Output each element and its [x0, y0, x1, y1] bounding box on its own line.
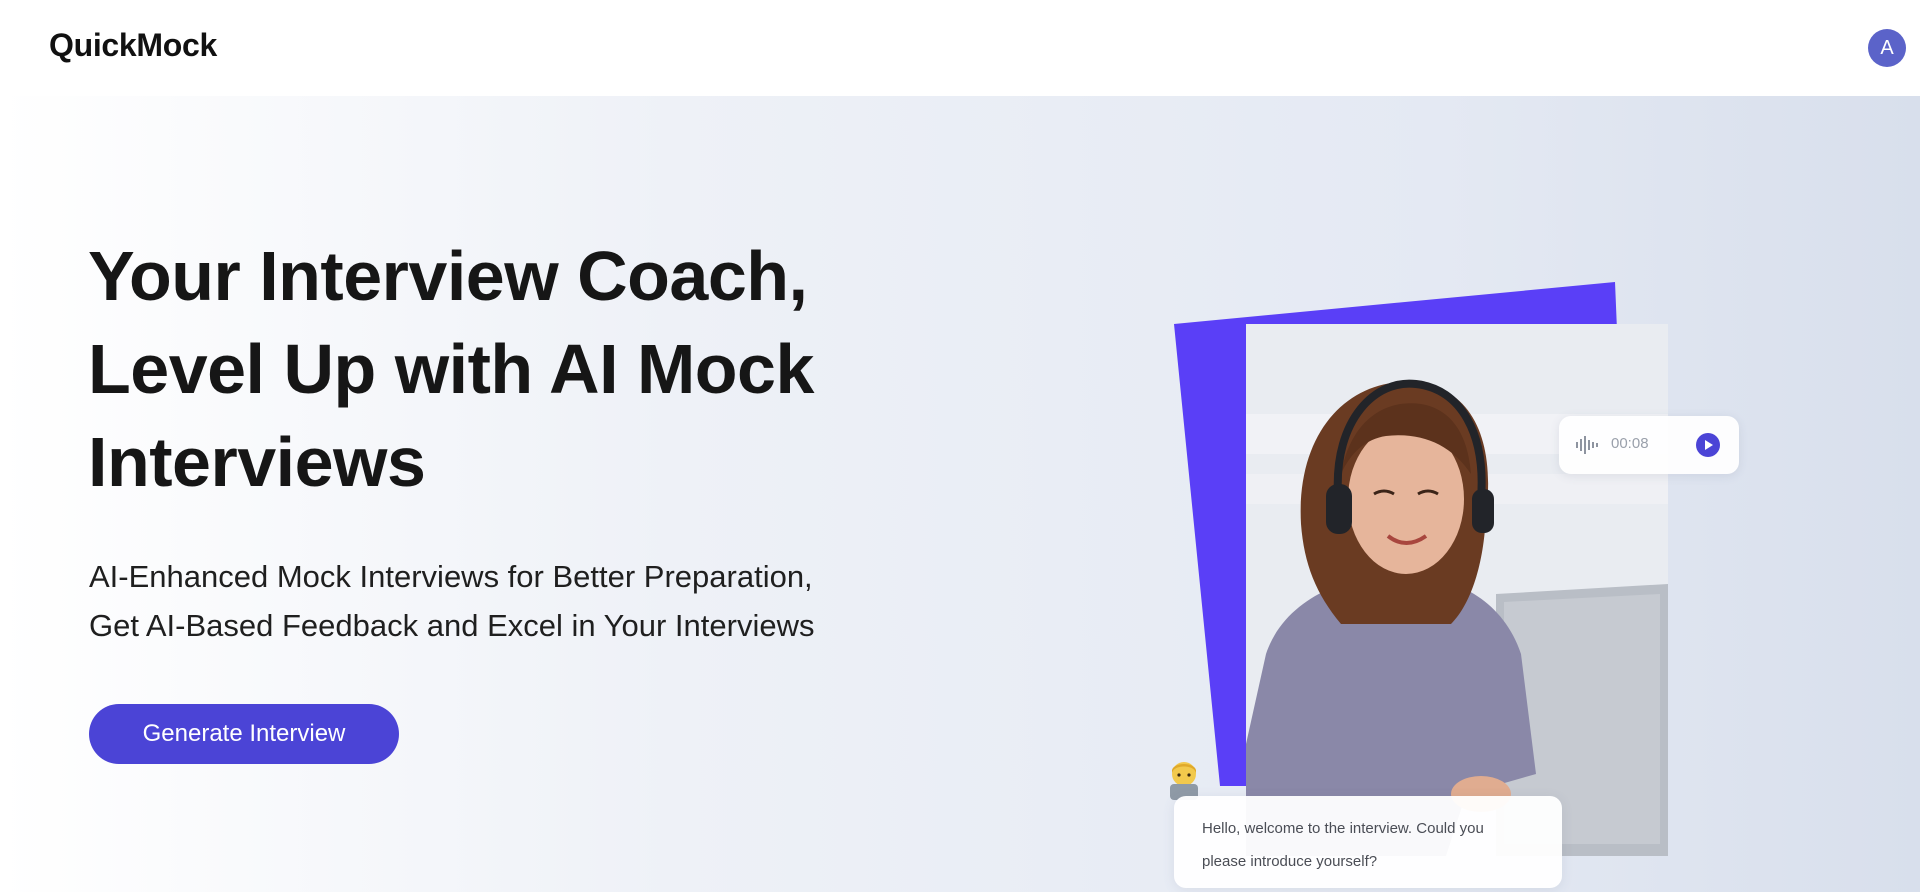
- chat-line: Hello, welcome to the interview. Could y…: [1202, 820, 1484, 837]
- hero-subtitle: AI-Enhanced Mock Interviews for Better P…: [89, 552, 969, 650]
- headline-line: Interviews: [88, 423, 426, 501]
- interview-candidate-photo: [1246, 324, 1668, 856]
- interviewer-chat-bubble: Hello, welcome to the interview. Could y…: [1174, 796, 1562, 888]
- chat-message: Hello, welcome to the interview. Could y…: [1202, 812, 1552, 878]
- audio-duration: 00:08: [1611, 435, 1649, 452]
- audio-message-pill[interactable]: 00:08: [1559, 416, 1739, 474]
- waveform-icon: [1576, 436, 1598, 454]
- hero-headline: Your Interview Coach, Level Up with AI M…: [88, 230, 948, 509]
- chat-line: please introduce yourself?: [1202, 853, 1378, 870]
- headline-line: Level Up with AI Mock: [88, 330, 814, 408]
- hero-illustration: 00:08 Hello, welcome to the interview. C…: [1080, 186, 1760, 888]
- headline-line: Your Interview Coach,: [88, 237, 808, 315]
- top-navbar: QuickMock A: [0, 0, 1920, 96]
- user-avatar[interactable]: A: [1868, 29, 1906, 67]
- play-icon[interactable]: [1696, 433, 1720, 457]
- hero-section: Your Interview Coach, Level Up with AI M…: [0, 96, 1920, 892]
- subtitle-line: Get AI-Based Feedback and Excel in Your …: [89, 608, 815, 643]
- subtitle-line: AI-Enhanced Mock Interviews for Better P…: [89, 559, 813, 594]
- brand-logo[interactable]: QuickMock: [49, 27, 217, 64]
- generate-interview-button[interactable]: Generate Interview: [89, 704, 399, 764]
